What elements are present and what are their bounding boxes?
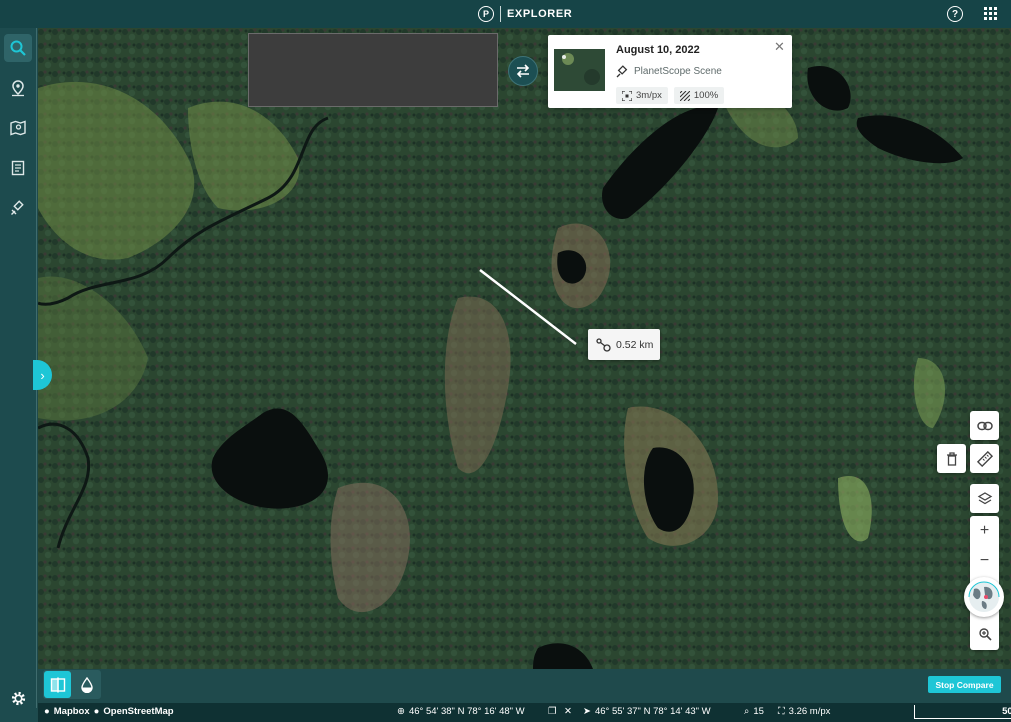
zoom-to-fit-button[interactable] <box>970 620 999 648</box>
resolution-icon: ⛶ <box>778 706 785 717</box>
app-title: EXPLORER <box>507 8 573 20</box>
scene-date: August 10, 2022 <box>616 44 700 56</box>
center-coordinates: ➤ 46° 55' 37" N 78° 14' 43" W <box>583 706 711 717</box>
compare-scene-placeholder <box>248 33 498 107</box>
location-pin-icon <box>12 80 24 97</box>
measure-tool-button[interactable] <box>970 444 999 473</box>
split-view-button[interactable] <box>44 671 71 698</box>
coverage-chip: 100% <box>673 87 725 104</box>
zoom-icon: ⌕ <box>744 706 750 717</box>
planet-logo: P <box>478 6 494 22</box>
brand-separator <box>500 6 501 22</box>
map-icon <box>10 120 26 136</box>
scene-type-label: PlanetScope Scene <box>634 66 722 77</box>
map-resolution: ⛶ 3.26 m/px <box>778 706 830 717</box>
crosshair-icon: ⊕ <box>397 706 405 717</box>
satellite-icon <box>11 200 24 215</box>
sidebar-footer <box>0 708 37 722</box>
zoom-out-button[interactable]: − <box>970 547 999 575</box>
attribution-osm[interactable]: OpenStreetMap <box>103 706 173 717</box>
left-sidebar <box>0 28 37 708</box>
center-coords-value: 46° 55' 37" N 78° 14' 43" W <box>594 706 711 717</box>
osm-logo-icon: ● <box>93 706 100 717</box>
bottom-toolbar <box>38 669 1011 703</box>
scale-bar: 500 m <box>914 705 1011 719</box>
resolution-value: 3m/px <box>636 90 662 101</box>
status-bar: ● Mapbox ● OpenStreetMap ⊕ 46° 54' 38" N… <box>38 703 1011 722</box>
delete-measurement-button[interactable] <box>937 444 966 473</box>
top-bar: P EXPLORER ? <box>0 0 1011 28</box>
attribution: ● Mapbox ● OpenStreetMap <box>44 706 174 717</box>
stop-compare-button[interactable]: Stop Compare <box>928 676 1001 693</box>
mapbox-logo-icon: ● <box>44 706 50 717</box>
opacity-drop-icon <box>80 676 93 693</box>
share-link-button[interactable] <box>970 411 999 440</box>
cursor-coords-value: 46° 54' 38" N 78° 16' 48" W <box>408 706 525 717</box>
sidebar-item-reports[interactable] <box>4 154 32 182</box>
ruler-icon <box>976 450 993 467</box>
apps-grid-icon[interactable] <box>984 7 997 20</box>
search-icon <box>10 40 26 56</box>
layers-button[interactable] <box>970 484 999 513</box>
navigation-arrow-icon: ➤ <box>583 706 591 717</box>
resolution-icon <box>622 90 632 101</box>
split-view-icon <box>50 677 65 692</box>
swap-icon <box>516 64 530 78</box>
copy-coords-button[interactable]: ❐ <box>548 706 557 717</box>
help-icon[interactable]: ? <box>947 6 963 22</box>
satellite-imagery <box>38 28 1011 669</box>
satellite-icon <box>616 65 628 78</box>
copy-icon: ❐ <box>548 706 557 717</box>
link-icon <box>976 421 993 430</box>
cursor-coordinates: ⊕ 46° 54' 38" N 78° 16' 48" W <box>397 706 525 717</box>
swap-scenes-button[interactable] <box>508 56 538 86</box>
opacity-view-button[interactable] <box>73 671 100 698</box>
layers-icon <box>977 491 992 504</box>
attribution-mapbox[interactable]: Mapbox <box>54 706 90 717</box>
coverage-value: 100% <box>693 90 719 101</box>
globe-icon[interactable] <box>964 577 1004 617</box>
document-icon <box>11 160 25 176</box>
zoom-level: ⌕ 15 <box>744 706 764 717</box>
map-canvas[interactable] <box>38 28 1011 669</box>
sidebar-item-search[interactable] <box>4 34 32 62</box>
scene-thumbnail <box>554 49 605 91</box>
gear-icon[interactable] <box>10 690 27 707</box>
map-resolution-value: 3.26 m/px <box>788 706 831 717</box>
scene-card[interactable]: August 10, 2022 PlanetScope Scene ✕ 3m/p… <box>548 35 792 108</box>
coverage-icon <box>679 90 690 101</box>
scale-value: 500 m <box>1002 706 1011 717</box>
sidebar-item-tasking[interactable] <box>4 194 32 222</box>
close-icon: ✕ <box>564 706 572 717</box>
zoom-level-value: 15 <box>753 706 764 717</box>
scene-type: PlanetScope Scene <box>616 65 722 78</box>
brand[interactable]: P EXPLORER <box>478 6 572 22</box>
clear-coords-button[interactable]: ✕ <box>564 706 572 717</box>
measure-distance-icon <box>596 337 611 352</box>
zoom-in-button[interactable]: + <box>970 517 999 545</box>
trash-icon <box>946 451 957 466</box>
zoom-magnifier-icon <box>978 628 992 641</box>
sidebar-item-maps[interactable] <box>4 114 32 142</box>
measurement-distance: 0.52 km <box>616 338 654 351</box>
close-icon[interactable]: ✕ <box>774 39 785 55</box>
measurement-label: 0.52 km <box>588 329 660 360</box>
resolution-chip: 3m/px <box>616 87 668 104</box>
sidebar-item-places[interactable] <box>4 74 32 102</box>
